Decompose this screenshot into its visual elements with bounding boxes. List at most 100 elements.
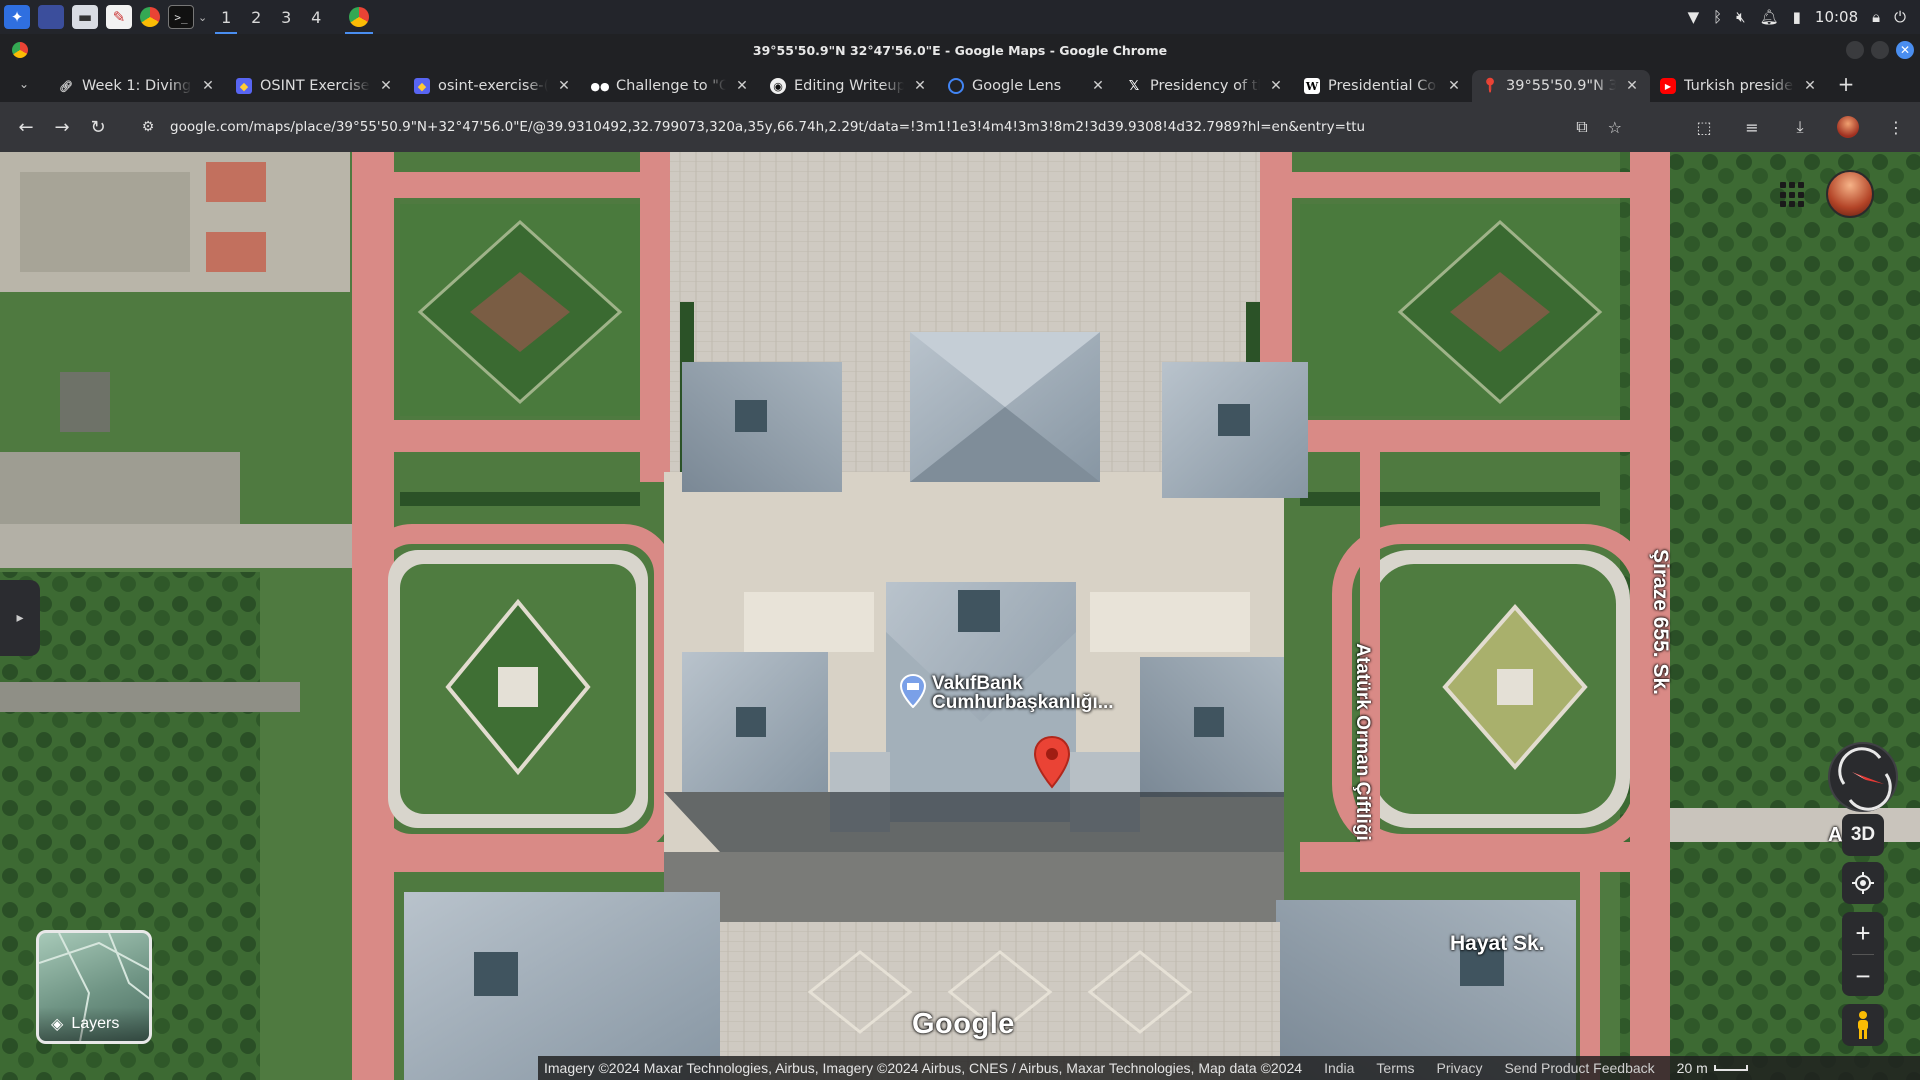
- tab-label: Editing Writeup: [794, 78, 904, 94]
- tab-label: Turkish presider: [1684, 78, 1794, 94]
- x-icon: 𝕏: [1128, 78, 1140, 94]
- tab-presidency[interactable]: 𝕏 Presidency of th ✕: [1116, 70, 1294, 102]
- power-icon[interactable]: ⏻: [1894, 8, 1906, 26]
- place-marker-icon[interactable]: [1032, 735, 1072, 789]
- wifi-icon[interactable]: ▼: [1688, 8, 1700, 26]
- toggle-3d-button[interactable]: 3D: [1842, 814, 1884, 856]
- close-tab-icon[interactable]: ✕: [734, 78, 750, 94]
- terms-link[interactable]: Terms: [1376, 1060, 1414, 1076]
- send-feedback-link[interactable]: Send Product Feedback: [1504, 1060, 1654, 1076]
- bluetooth-icon[interactable]: ᛒ: [1713, 8, 1722, 26]
- tab-challenge[interactable]: ●● Challenge to "O ✕: [582, 70, 760, 102]
- mute-icon[interactable]: 🔇︎: [1736, 8, 1745, 26]
- address-bar[interactable]: ⚙︎ google.com/maps/place/39°55'50.9"N+32…: [128, 110, 1642, 144]
- maximize-button[interactable]: [1871, 41, 1889, 59]
- map-canvas[interactable]: ▸ Atatürk Orman Çiftliği Şiraze 655. Sk.…: [0, 152, 1920, 1080]
- close-tab-icon[interactable]: ✕: [1802, 78, 1818, 94]
- document-viewer-icon[interactable]: ✎: [106, 5, 132, 29]
- zoom-out-button[interactable]: −: [1842, 955, 1884, 997]
- site-info-icon[interactable]: ⚙︎: [136, 115, 160, 139]
- scale-bar-line: [1713, 1065, 1748, 1071]
- chrome-menu-icon[interactable]: ⋮: [1882, 110, 1910, 144]
- zoom-controls: + −: [1842, 912, 1884, 996]
- tab-label: Presidential Cor: [1328, 78, 1438, 94]
- imagery-attribution: Imagery ©2024 Maxar Technologies, Airbus…: [544, 1060, 1303, 1076]
- close-window-button[interactable]: ✕: [1896, 41, 1914, 59]
- tab-search-chevron-icon[interactable]: ⌄: [0, 66, 48, 102]
- close-tab-icon[interactable]: ✕: [1624, 78, 1640, 94]
- lock-icon[interactable]: 🔒︎: [1872, 8, 1880, 26]
- minimize-button[interactable]: [1846, 41, 1864, 59]
- close-tab-icon[interactable]: ✕: [556, 78, 572, 94]
- my-location-button[interactable]: [1842, 862, 1884, 904]
- launcher-icon[interactable]: ✦: [4, 5, 30, 29]
- wikipedia-icon: W: [1304, 78, 1320, 94]
- reload-icon[interactable]: ↻: [80, 109, 116, 145]
- close-tab-icon[interactable]: ✕: [378, 78, 394, 94]
- avatar: [1837, 116, 1859, 138]
- tab-youtube[interactable]: ▶ Turkish presider ✕: [1650, 70, 1828, 102]
- bell-icon[interactable]: 🔔︎: [1760, 8, 1779, 26]
- downloads-icon[interactable]: ⤓: [1786, 110, 1814, 144]
- poi-vakifbank[interactable]: VakıfBank Cumhurbaşkanlığı...: [899, 673, 1114, 713]
- tab-osint-exercise[interactable]: ◆ OSINT Exercise ✕: [226, 70, 404, 102]
- maps-pin-icon: 📍︎: [1481, 78, 1499, 94]
- window-titlebar: 39°55'50.9"N 32°47'56.0"E - Google Maps …: [0, 34, 1920, 66]
- country-link[interactable]: India: [1324, 1060, 1354, 1076]
- extensions-icon[interactable]: ⬚: [1690, 110, 1718, 144]
- tab-presidential-complex[interactable]: W Presidential Cor ✕: [1294, 70, 1472, 102]
- my-location-icon: [1852, 872, 1874, 894]
- tab-google-maps[interactable]: 📍︎ 39°55'50.9"N 3 ✕: [1472, 70, 1650, 102]
- chrome-icon[interactable]: [140, 7, 160, 27]
- road-label-siraze: Şiraze 655. Sk.: [1649, 549, 1672, 695]
- close-tab-icon[interactable]: ✕: [200, 78, 216, 94]
- media-controls-icon[interactable]: ≡: [1738, 110, 1766, 144]
- tab-label: Challenge to "O: [616, 78, 726, 94]
- zoom-in-button[interactable]: +: [1842, 912, 1884, 954]
- close-tab-icon[interactable]: ✕: [1090, 78, 1106, 94]
- expand-side-panel-button[interactable]: ▸: [0, 580, 40, 656]
- close-tab-icon[interactable]: ✕: [912, 78, 928, 94]
- compass-needle-icon: [1838, 747, 1892, 811]
- compass-rotate-control[interactable]: [1828, 742, 1898, 812]
- bookmark-star-icon[interactable]: ☆: [1608, 118, 1622, 137]
- terminal-dropdown-icon[interactable]: ⌄: [198, 11, 207, 24]
- new-tab-button[interactable]: +: [1828, 66, 1864, 102]
- tab-editing-writeup[interactable]: ◉ Editing Writeup ✕: [760, 70, 938, 102]
- install-app-icon[interactable]: ⧉: [1576, 117, 1587, 137]
- privacy-link[interactable]: Privacy: [1437, 1060, 1483, 1076]
- close-tab-icon[interactable]: ✕: [1268, 78, 1284, 94]
- account-avatar[interactable]: [1826, 170, 1874, 218]
- running-chrome-window[interactable]: [341, 0, 377, 34]
- map-footer: Imagery ©2024 Maxar Technologies, Airbus…: [538, 1056, 1920, 1080]
- files-icon[interactable]: ▬: [72, 5, 98, 29]
- workspace-3[interactable]: 3: [271, 0, 301, 34]
- clock[interactable]: 10:08: [1815, 8, 1858, 26]
- workspace-4[interactable]: 4: [301, 0, 331, 34]
- forward-arrow-icon[interactable]: →: [44, 109, 80, 145]
- street-view-pegman-icon[interactable]: [1842, 1004, 1884, 1046]
- osint-icon: ◆: [414, 78, 430, 94]
- poi-name-line2: Cumhurbaşkanlığı...: [932, 692, 1114, 713]
- road-label-ataturk: Atatürk Orman Çiftliği: [1352, 643, 1373, 841]
- url-text[interactable]: google.com/maps/place/39°55'50.9"N+32°47…: [170, 119, 1365, 135]
- desktop-icon[interactable]: [38, 5, 64, 29]
- chrome-icon: [12, 42, 28, 58]
- battery-icon[interactable]: ▮: [1793, 8, 1801, 26]
- tab-week1[interactable]: 🔗︎ Week 1: Diving i ✕: [48, 70, 226, 102]
- layers-icon: ◈: [51, 1016, 64, 1033]
- workspace-1[interactable]: 1: [211, 0, 241, 34]
- workspace-2[interactable]: 2: [241, 0, 271, 34]
- tab-google-lens[interactable]: Google Lens ✕: [938, 70, 1116, 102]
- tab-label: Presidency of th: [1150, 78, 1260, 94]
- scale-bar[interactable]: 20 m: [1677, 1060, 1748, 1076]
- back-arrow-icon[interactable]: ←: [8, 109, 44, 145]
- close-tab-icon[interactable]: ✕: [1446, 78, 1462, 94]
- layers-toggle[interactable]: ◈ Layers: [36, 930, 152, 1044]
- tab-osint-exercise-2[interactable]: ◆ osint-exercise-( ✕: [404, 70, 582, 102]
- medium-icon: ●●: [590, 79, 610, 93]
- google-apps-icon[interactable]: [1780, 182, 1806, 208]
- terminal-icon[interactable]: >_: [168, 5, 194, 29]
- profile-avatar[interactable]: [1834, 110, 1862, 144]
- tab-label: OSINT Exercise: [260, 78, 370, 94]
